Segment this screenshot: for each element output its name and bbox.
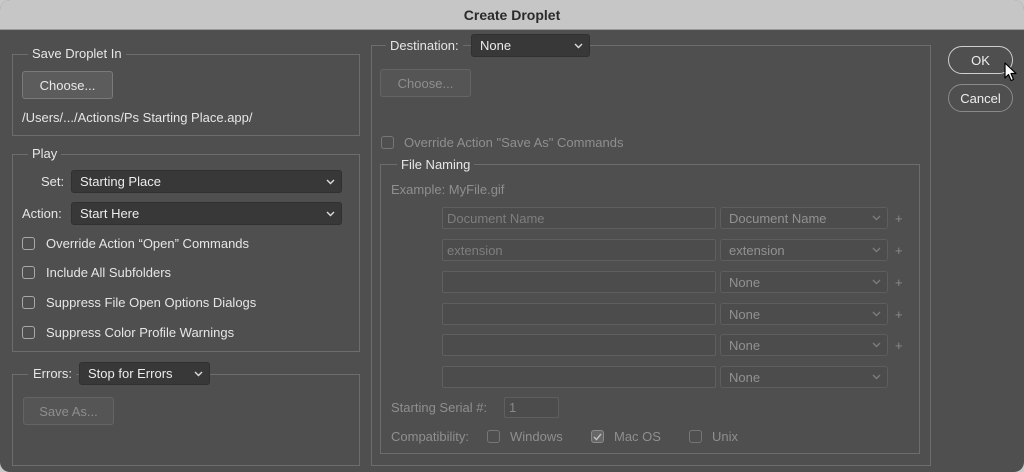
naming-select-1[interactable]: Document Name <box>720 207 888 229</box>
save-droplet-choose-button[interactable]: Choose... <box>22 71 113 99</box>
destination-select[interactable]: None <box>471 34 590 57</box>
compat-windows-checkbox[interactable] <box>487 430 500 443</box>
starting-serial-input[interactable]: 1 <box>504 397 559 418</box>
naming-field-3[interactable] <box>442 271 716 293</box>
naming-select-6-value: None <box>729 369 761 385</box>
compat-unix-label: Unix <box>712 429 739 444</box>
suppress-color-profile-checkbox[interactable] <box>22 326 35 339</box>
naming-field-4[interactable] <box>442 303 716 325</box>
naming-add-icon-1[interactable]: + <box>895 212 903 225</box>
errors-select[interactable]: Stop for Errors <box>79 362 210 385</box>
naming-add-icon-5[interactable]: + <box>895 339 903 352</box>
override-open-label: Override Action “Open” Commands <box>46 236 250 251</box>
compat-macos-checkbox[interactable] <box>591 430 604 443</box>
chevron-down-icon <box>326 211 335 216</box>
include-subfolders-checkbox[interactable] <box>22 266 35 279</box>
create-droplet-dialog: Create Droplet Save Droplet In Choose...… <box>0 0 1024 472</box>
action-select[interactable]: Start Here <box>71 202 342 225</box>
naming-select-4[interactable]: None <box>720 303 888 325</box>
naming-select-3[interactable]: None <box>720 271 888 293</box>
checkmark-icon <box>593 433 602 441</box>
save-droplet-in-legend: Save Droplet In <box>28 46 126 62</box>
chevron-down-icon <box>326 179 335 184</box>
play-legend: Play <box>28 146 62 162</box>
file-naming-example: Example: MyFile.gif <box>391 182 505 197</box>
naming-select-5[interactable]: None <box>720 334 888 356</box>
starting-serial-label: Starting Serial #: <box>391 400 488 415</box>
compatibility-label: Compatibility: <box>391 429 470 444</box>
include-subfolders-label: Include All Subfolders <box>46 265 172 280</box>
destination-label: Destination: <box>386 38 463 54</box>
title-bar: Create Droplet <box>0 0 1024 30</box>
naming-add-icon-4[interactable]: + <box>895 308 903 321</box>
window-title: Create Droplet <box>463 6 561 23</box>
override-open-checkbox[interactable] <box>22 237 35 250</box>
compat-macos-label: Mac OS <box>614 429 661 444</box>
naming-select-3-value: None <box>729 274 761 290</box>
naming-select-1-value: Document Name <box>729 210 827 226</box>
compat-windows-label: Windows <box>510 429 563 444</box>
chevron-down-icon <box>872 311 881 317</box>
chevron-down-icon <box>872 215 881 221</box>
naming-field-6[interactable] <box>442 366 716 388</box>
naming-field-5[interactable] <box>442 334 716 356</box>
cancel-button[interactable]: Cancel <box>948 84 1013 112</box>
chevron-down-icon <box>574 43 583 48</box>
override-save-as-label: Override Action "Save As" Commands <box>404 135 624 150</box>
naming-field-2[interactable]: extension <box>442 239 716 261</box>
errors-select-value: Stop for Errors <box>88 366 173 381</box>
droplet-path: /Users/.../Actions/Ps Starting Place.app… <box>22 110 253 125</box>
naming-select-6[interactable]: None <box>720 366 888 388</box>
chevron-down-icon <box>872 279 881 285</box>
suppress-color-profile-label: Suppress Color Profile Warnings <box>46 325 235 340</box>
override-save-as-checkbox[interactable] <box>381 136 394 149</box>
naming-select-4-value: None <box>729 306 761 322</box>
set-select-value: Starting Place <box>80 174 161 189</box>
chevron-down-icon <box>872 342 881 348</box>
action-select-value: Start Here <box>80 206 140 221</box>
suppress-open-options-checkbox[interactable] <box>22 296 35 309</box>
naming-field-1[interactable]: Document Name <box>442 207 716 229</box>
suppress-open-options-label: Suppress File Open Options Dialogs <box>46 295 257 310</box>
action-label: Action: <box>22 206 62 221</box>
naming-select-5-value: None <box>729 337 761 353</box>
chevron-down-icon <box>872 247 881 253</box>
destination-choose-button[interactable]: Choose... <box>380 69 471 97</box>
chevron-down-icon <box>194 371 203 376</box>
chevron-down-icon <box>872 374 881 380</box>
compat-unix-checkbox[interactable] <box>689 430 702 443</box>
naming-add-icon-2[interactable]: + <box>895 244 903 257</box>
errors-save-as-button[interactable]: Save As... <box>23 397 114 425</box>
set-select[interactable]: Starting Place <box>71 170 342 193</box>
naming-add-icon-3[interactable]: + <box>895 276 903 289</box>
file-naming-legend: File Naming <box>397 157 475 173</box>
mouse-cursor-icon <box>1004 62 1017 82</box>
set-label: Set: <box>41 174 65 189</box>
naming-select-2[interactable]: extension <box>720 239 888 261</box>
errors-label: Errors: <box>28 366 76 382</box>
naming-select-2-value: extension <box>729 242 785 258</box>
destination-select-value: None <box>480 38 512 53</box>
